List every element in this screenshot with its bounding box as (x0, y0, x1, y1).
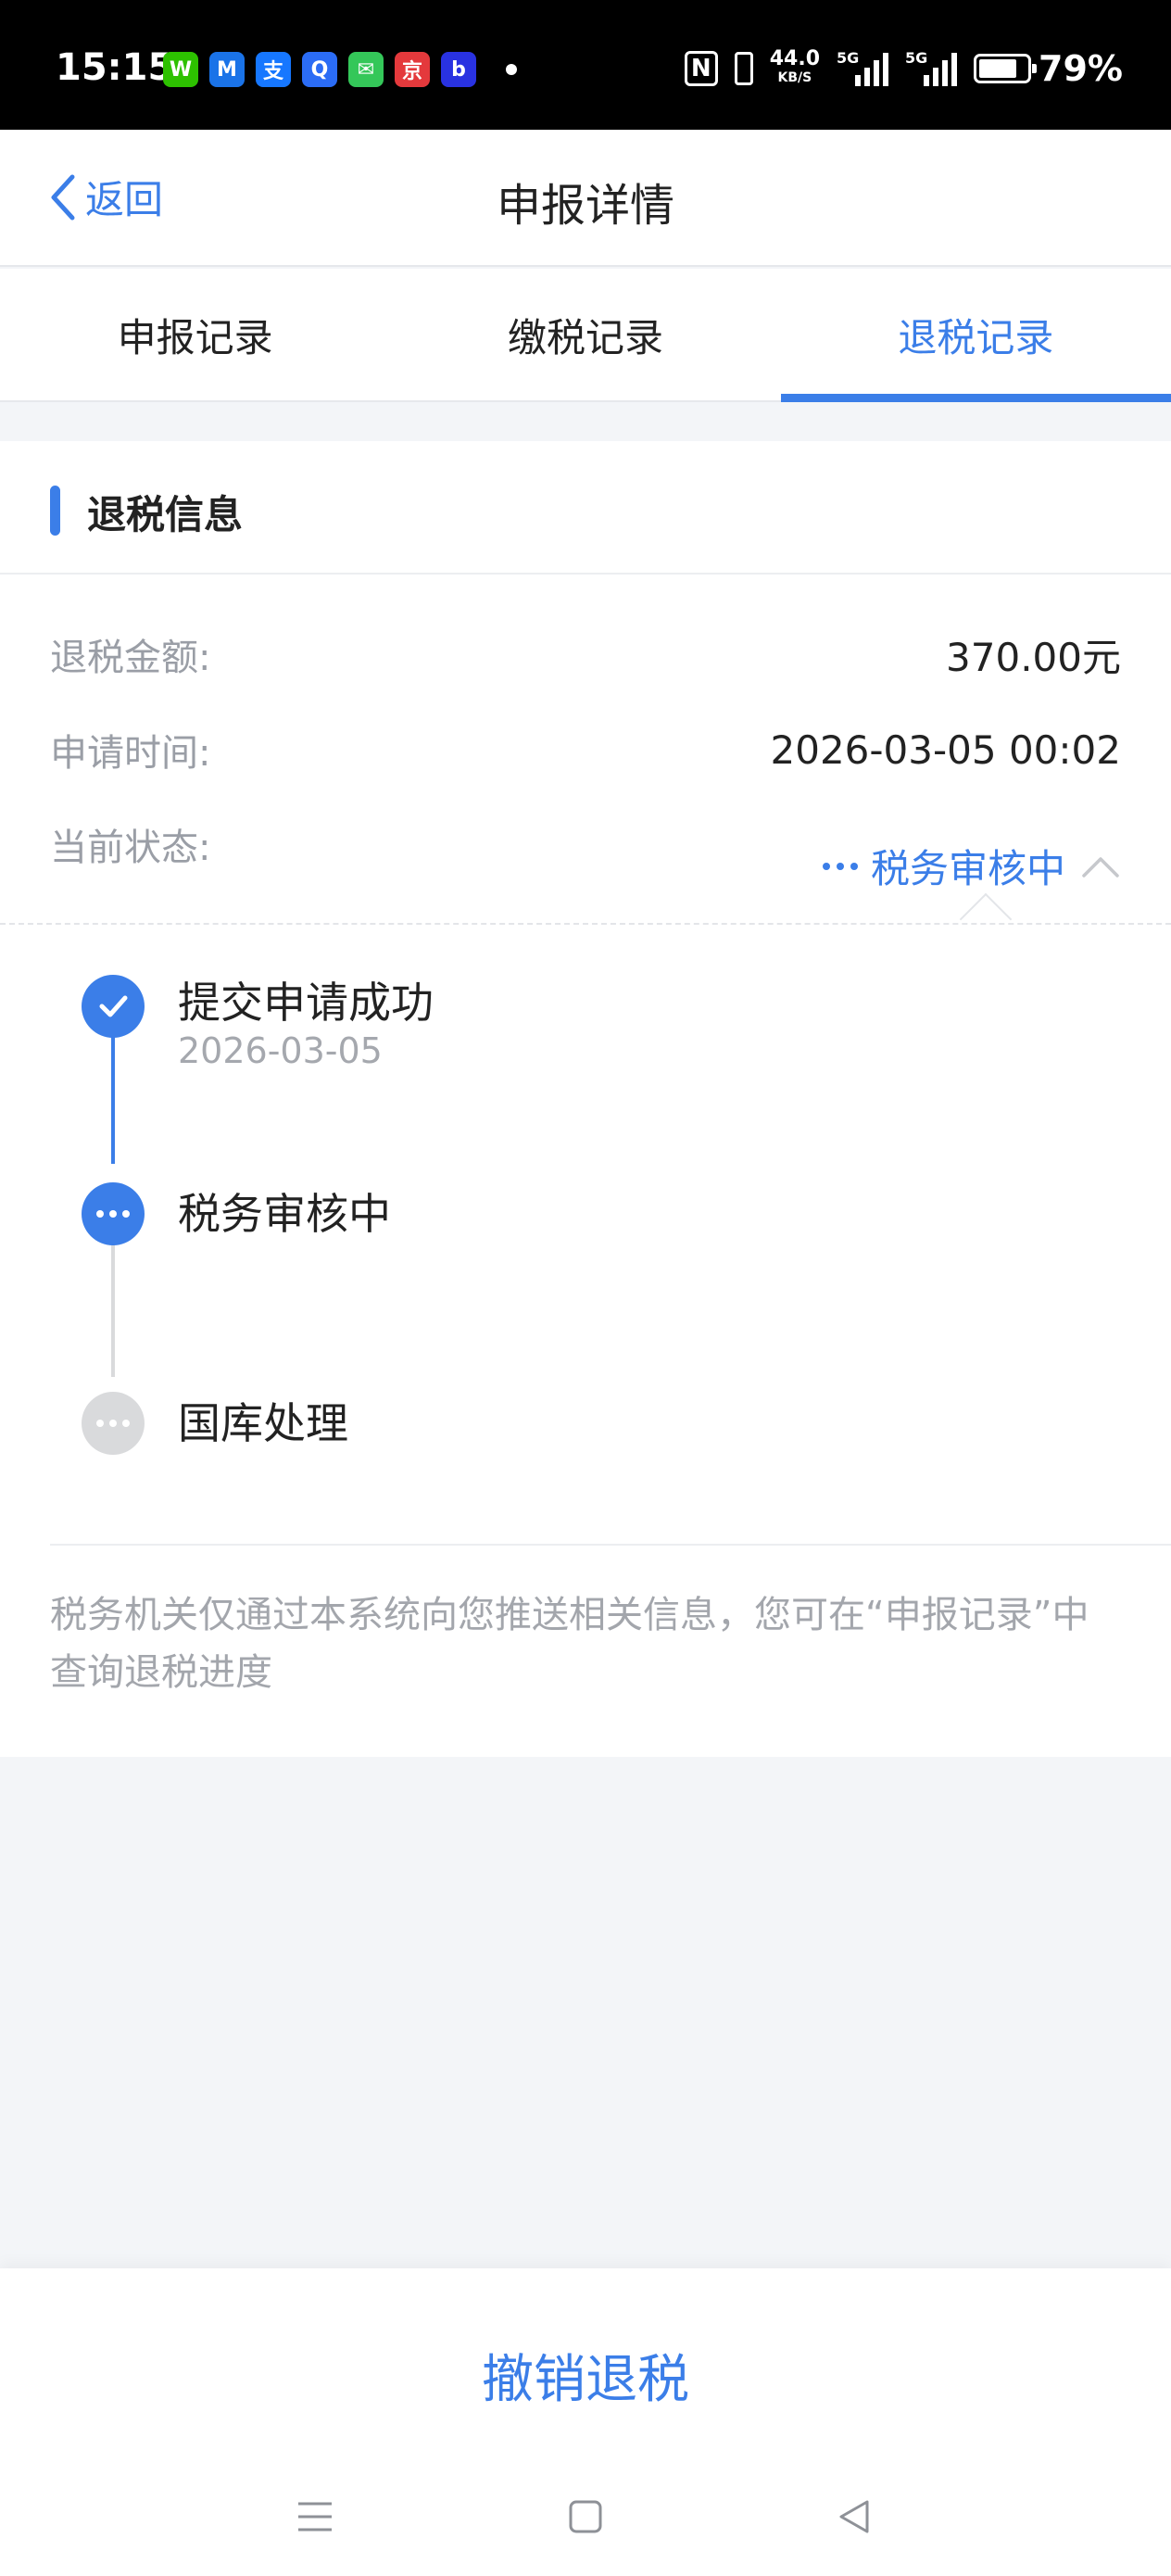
in-progress-icon (822, 862, 858, 870)
sim2-network-type: 5G (905, 49, 928, 67)
status-label: 当前状态: (50, 827, 211, 869)
check-icon (99, 995, 128, 1017)
menu-nav-button[interactable] (287, 2489, 343, 2544)
section-accent-bar (50, 486, 60, 536)
apply-time-label: 申请时间: (50, 732, 211, 775)
notice-divider (50, 1544, 1171, 1546)
step-2-title: 税务审核中 (178, 1189, 391, 1239)
record-tabs: 申报记录 缴税记录 退税记录 (0, 269, 1171, 402)
step-1-title: 提交申请成功 (178, 978, 434, 1028)
menu-icon (298, 2502, 332, 2532)
signal-icon-sim1: 5G (837, 49, 889, 86)
network-speed: 44.0 KB/S (769, 47, 821, 87)
jd-icon: 京 (395, 52, 430, 87)
notification-icons: W M 支 Q ✉ 京 b (163, 52, 517, 87)
page-title: 申报详情 (496, 180, 674, 232)
home-nav-button[interactable] (558, 2489, 613, 2544)
tab-payment-records[interactable]: 缴税记录 (390, 269, 780, 400)
alipay-icon: 支 (256, 52, 291, 87)
nfc-icon: N (684, 51, 718, 86)
status-row: 当前状态: 税务审核中 (50, 817, 1121, 891)
system-nav-bar (0, 2481, 1171, 2556)
step-3-title: 国库处理 (178, 1398, 348, 1448)
bottom-action-bar: 撤销退税 (0, 2268, 1171, 2576)
dashed-divider (0, 923, 1171, 925)
back-triangle-icon (839, 2500, 869, 2533)
refund-amount-label: 退税金额: (50, 637, 211, 679)
status-time: 15:15 (56, 46, 174, 89)
sim1-network-type: 5G (837, 49, 860, 67)
section-header: 退税信息 (0, 441, 1171, 575)
step-current-node (82, 1182, 145, 1245)
system-indicators: N 44.0 KB/S 5G 5G 79% (684, 47, 1123, 89)
wechat-icon: W (163, 52, 198, 87)
back-nav-button[interactable] (826, 2489, 882, 2544)
battery-indicator: 79% (974, 48, 1123, 89)
step-1-date: 2026-03-05 (178, 1030, 383, 1071)
cancel-refund-button[interactable]: 撤销退税 (0, 2324, 1171, 2426)
messages-icon: ✉ (348, 52, 384, 87)
network-speed-unit: KB/S (777, 70, 812, 85)
home-square-icon (569, 2500, 602, 2533)
status-value: 税务审核中 (870, 846, 1065, 891)
apply-time-row: 申请时间: 2026-03-05 00:02 (50, 722, 1121, 777)
refund-info-card: 退税信息 退税金额: 370.00元 申请时间: 2026-03-05 00:0… (0, 441, 1171, 1757)
qq-icon: Q (302, 52, 337, 87)
notice-text: 税务机关仅通过本系统向您推送相关信息，您可在“申报记录”中查询退税进度 (50, 1594, 1089, 1694)
apply-time-value: 2026-03-05 00:02 (770, 726, 1121, 773)
refund-amount-row: 退税金额: 370.00元 (50, 626, 1121, 682)
baidu-icon: b (441, 52, 476, 87)
battery-level (979, 59, 1016, 78)
battery-icon (974, 54, 1038, 83)
status-bar: 15:15 W M 支 Q ✉ 京 b N 44.0 KB/S 5G 5G 79… (0, 0, 1171, 130)
status-toggle[interactable]: 税务审核中 (822, 838, 1121, 894)
dropdown-pointer (959, 892, 1013, 946)
chevron-up-icon (1082, 856, 1119, 878)
step-done-node (82, 975, 145, 1038)
step-pending-node (82, 1392, 145, 1455)
tab-refund-records[interactable]: 退税记录 (780, 269, 1171, 402)
signal-icon-sim2: 5G (905, 49, 958, 86)
tab-declaration-records[interactable]: 申报记录 (0, 269, 390, 400)
mail-icon: M (209, 52, 245, 87)
network-speed-value: 44.0 (769, 47, 821, 70)
section-title: 退税信息 (87, 492, 244, 537)
refund-amount-value: 370.00元 (946, 634, 1121, 680)
more-notifications-dot-icon (506, 64, 517, 75)
ellipsis-icon (96, 1210, 130, 1218)
ellipsis-icon (96, 1420, 130, 1427)
vibrate-icon (734, 52, 753, 85)
nav-header: 返回 申报详情 (0, 130, 1171, 267)
battery-percent: 79% (1039, 48, 1123, 89)
